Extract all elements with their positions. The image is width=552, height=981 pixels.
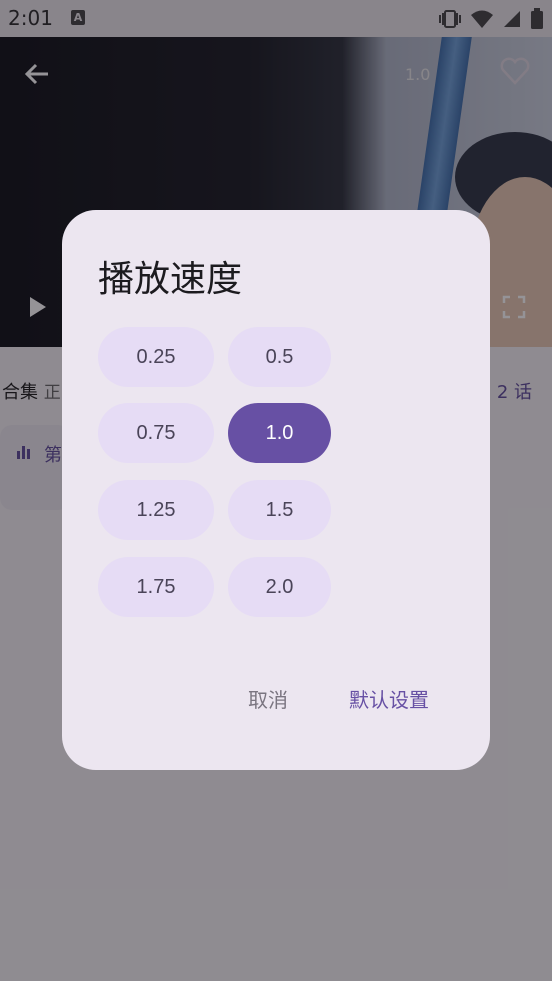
speed-option-0.75[interactable]: 0.75 bbox=[98, 403, 214, 463]
cancel-button[interactable]: 取消 bbox=[248, 684, 288, 713]
speed-option-1.75[interactable]: 1.75 bbox=[98, 557, 214, 617]
playback-speed-dialog: 播放速度 0.25 0.5 0.75 1.0 1.25 1.5 1.75 2.0… bbox=[62, 210, 490, 770]
speed-option-0.25[interactable]: 0.25 bbox=[98, 327, 214, 387]
speed-option-0.5[interactable]: 0.5 bbox=[228, 327, 331, 387]
speed-option-2.0[interactable]: 2.0 bbox=[228, 557, 331, 617]
default-settings-button[interactable]: 默认设置 bbox=[349, 684, 429, 713]
speed-option-1.5[interactable]: 1.5 bbox=[228, 480, 331, 540]
dialog-title: 播放速度 bbox=[98, 259, 243, 300]
speed-option-1.0-selected[interactable]: 1.0 bbox=[228, 403, 331, 463]
speed-option-1.25[interactable]: 1.25 bbox=[98, 480, 214, 540]
